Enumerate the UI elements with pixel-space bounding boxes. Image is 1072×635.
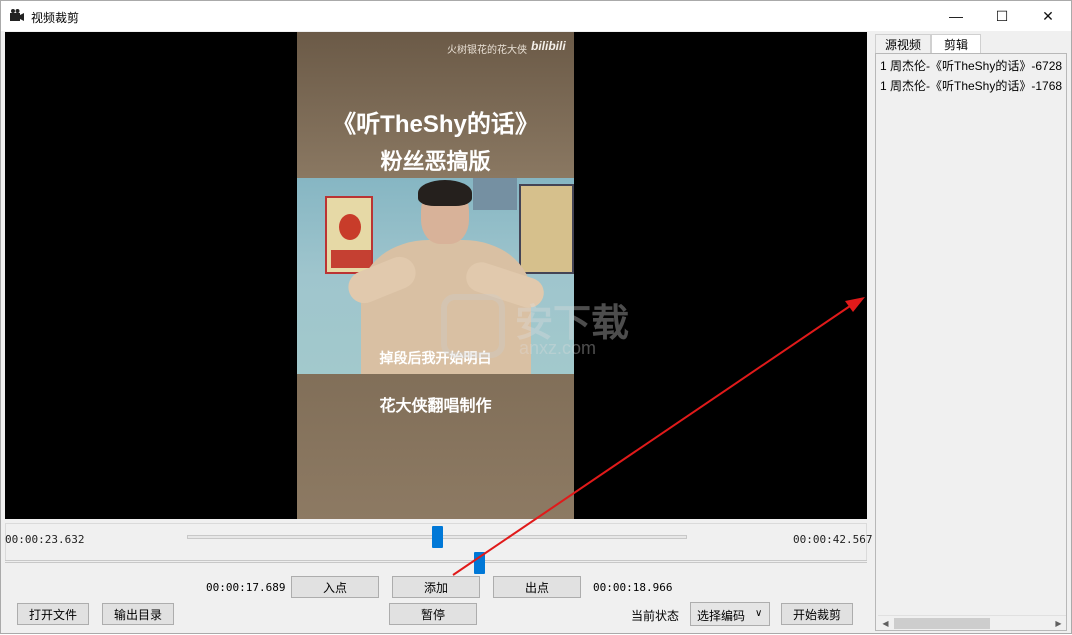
person-hair xyxy=(418,180,472,206)
scrollbar-thumb[interactable] xyxy=(894,618,990,629)
video-uploader-text: 火树银花的花大侠 xyxy=(447,45,527,56)
watermark: 安下载 anxz.com xyxy=(441,290,651,360)
out-point-button[interactable]: 出点 xyxy=(493,576,581,598)
watermark-logo-icon xyxy=(441,294,505,358)
add-button[interactable]: 添加 xyxy=(392,576,480,598)
side-panel: 源视频 剪辑 1 周杰伦-《听TheShy的话》-6728 1 周杰伦-《听Th… xyxy=(873,32,1069,632)
status-label: 当前状态 xyxy=(631,609,680,623)
encoding-select-value: 选择编码 xyxy=(697,609,746,623)
horizontal-scrollbar[interactable]: ◀ ▶ xyxy=(878,615,1066,630)
maximize-button[interactable]: ☐ xyxy=(979,1,1025,31)
title-bar: 视频裁剪 — ☐ ✕ xyxy=(1,1,1071,31)
in-time-label: 00:00:17.689 xyxy=(206,581,286,594)
clip-list[interactable]: 1 周杰伦-《听TheShy的话》-6728 1 周杰伦-《听TheShy的话》… xyxy=(875,53,1067,631)
current-time: 00:00:23.632 xyxy=(5,533,85,546)
pause-button[interactable]: 暂停 xyxy=(389,603,477,625)
tab-clips[interactable]: 剪辑 xyxy=(931,34,981,54)
poster xyxy=(473,178,517,210)
video-title-line2: 粉丝恶搞版 xyxy=(380,149,491,174)
list-item[interactable]: 1 周杰伦-《听TheShy的话》-1768 xyxy=(880,77,1062,94)
minimize-button[interactable]: — xyxy=(933,1,979,31)
range-slider-thumb[interactable] xyxy=(474,552,486,574)
chevron-left-icon[interactable]: ◀ xyxy=(878,616,893,630)
out-time-label: 00:00:18.966 xyxy=(593,581,673,594)
video-credit: 花大侠翻唱制作 xyxy=(379,398,492,415)
tab-source-video[interactable]: 源视频 xyxy=(875,34,931,54)
start-crop-button[interactable]: 开始裁剪 xyxy=(781,603,853,625)
bilibili-logo: bilibili xyxy=(531,39,566,53)
video-preview[interactable]: 火树银花的花大侠 bilibili 《听TheShy的话》 粉丝恶搞版 掉段后我… xyxy=(5,32,867,519)
open-file-button[interactable]: 打开文件 xyxy=(17,603,89,625)
video-frame: 火树银花的花大侠 bilibili 《听TheShy的话》 粉丝恶搞版 掉段后我… xyxy=(297,32,574,519)
range-track[interactable] xyxy=(5,560,867,563)
watermark-domain: anxz.com xyxy=(519,338,597,358)
output-dir-button[interactable]: 输出目录 xyxy=(102,603,174,625)
chevron-right-icon[interactable]: ▶ xyxy=(1051,616,1066,630)
app-window: 视频裁剪 — ☐ ✕ 火树银花的花大侠 bilibili 《听TheShy的话》… xyxy=(0,0,1072,634)
poster xyxy=(519,184,574,274)
camera-icon xyxy=(10,9,24,21)
in-point-button[interactable]: 入点 xyxy=(291,576,379,598)
total-time: 00:00:42.567 xyxy=(793,533,873,546)
seek-slider-thumb[interactable] xyxy=(432,526,443,548)
chevron-down-icon: ∨ xyxy=(755,608,763,619)
close-button[interactable]: ✕ xyxy=(1025,1,1071,31)
poster xyxy=(325,196,373,274)
list-item[interactable]: 1 周杰伦-《听TheShy的话》-6728 xyxy=(880,57,1062,74)
window-title: 视频裁剪 xyxy=(31,11,80,25)
video-title-line1: 《听TheShy的话》 xyxy=(332,111,539,138)
encoding-select[interactable]: 选择编码 ∨ xyxy=(690,602,770,626)
